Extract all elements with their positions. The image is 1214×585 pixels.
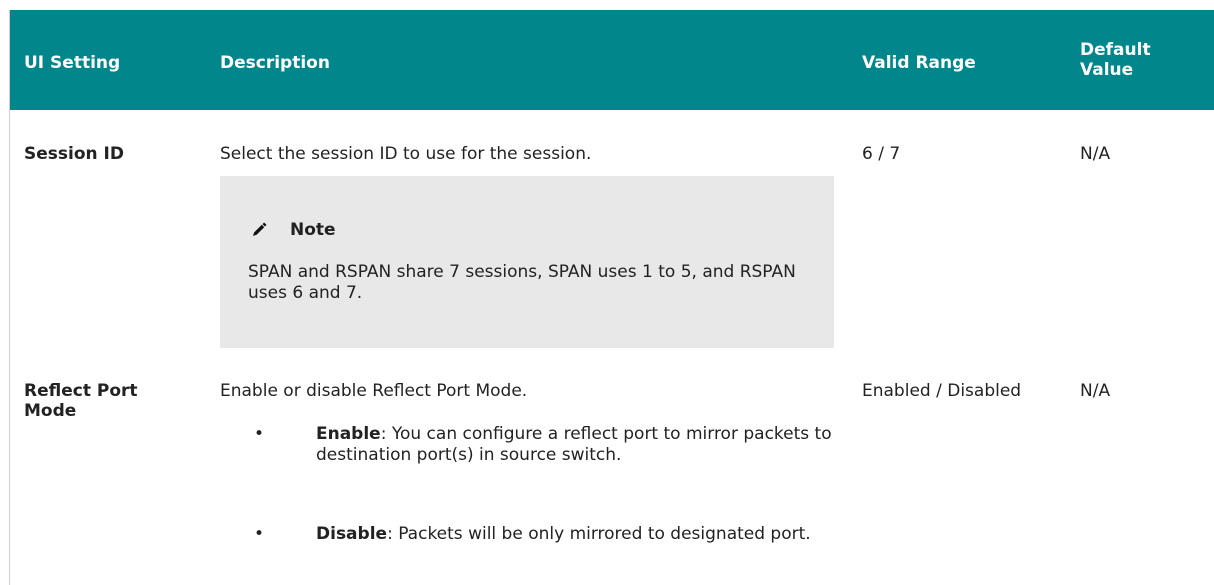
row-session-id-valid-range: 6 / 7 xyxy=(862,144,901,164)
bullet-disable-detail: : Packets will be only mirrored to desig… xyxy=(387,524,811,544)
note-title: Note xyxy=(290,220,336,240)
row-session-id-setting: Session ID xyxy=(24,144,124,164)
note-text: SPAN and RSPAN share 7 sessions, SPAN us… xyxy=(248,262,796,303)
bullet-enable-detail: : You can configure a reflect port to mi… xyxy=(316,424,832,465)
header-ui-setting: UI Setting xyxy=(24,53,121,73)
header-default-value: Default Value xyxy=(1080,40,1151,80)
row-reflect-port-mode-valid-range: Enabled / Disabled xyxy=(862,381,1022,401)
row-session-id-default-value: N/A xyxy=(1080,144,1111,164)
bullet-disable-label: Disable xyxy=(316,524,388,544)
bullet-marker-enable: • xyxy=(254,424,265,444)
bullet-marker-disable: • xyxy=(254,524,265,544)
table-header: UI Setting Description Valid Range Defau… xyxy=(10,10,1214,110)
note-box: Note SPAN and RSPAN share 7 sessions, SP… xyxy=(220,176,834,348)
header-valid-range: Valid Range xyxy=(862,53,976,73)
row-reflect-port-mode-setting: Reflect Port Mode xyxy=(24,381,138,421)
row-reflect-port-mode-description: Enable or disable Reflect Port Mode. xyxy=(220,381,528,401)
bullet-enable-label: Enable xyxy=(316,424,381,444)
row-reflect-port-mode-default-value: N/A xyxy=(1080,381,1111,401)
pencil-icon xyxy=(249,220,269,240)
header-description: Description xyxy=(220,53,330,73)
settings-table-page: UI Setting Description Valid Range Defau… xyxy=(0,0,1214,585)
row-session-id-description: Select the session ID to use for the ses… xyxy=(220,144,592,164)
bullet-disable-text: Disable: Packets will be only mirrored t… xyxy=(316,524,836,545)
bullet-enable-text: Enable: You can configure a reflect port… xyxy=(316,424,836,466)
